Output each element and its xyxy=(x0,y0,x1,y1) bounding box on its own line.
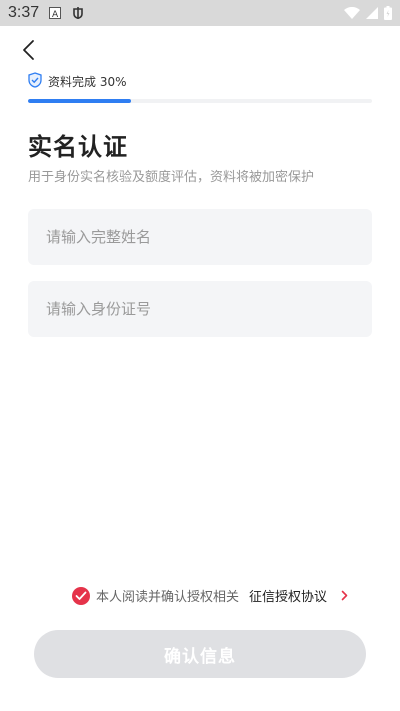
page-title: 实名认证 xyxy=(28,133,128,161)
name-input[interactable] xyxy=(46,209,372,265)
page-subtitle: 用于身份实名核验及额度评估，资料将被加密保护 xyxy=(28,170,315,185)
progress-section: 资料完成 30% xyxy=(28,72,372,103)
name-field[interactable] xyxy=(28,209,372,265)
notification-bug-icon xyxy=(71,6,85,20)
status-left: 3:37 A xyxy=(8,4,85,22)
agreement-row: 本人阅读并确认授权相关 征信授权协议 xyxy=(72,586,348,605)
shield-check-icon xyxy=(28,72,42,91)
progress-fill xyxy=(28,99,132,103)
confirm-button[interactable]: 确认信息 xyxy=(34,630,366,678)
svg-text:A: A xyxy=(52,10,59,19)
progress-label: 资料完成 30% xyxy=(48,75,127,89)
battery-icon xyxy=(384,6,392,20)
credit-authorization-link[interactable]: 征信授权协议 xyxy=(249,586,327,605)
id-number-field[interactable] xyxy=(28,281,372,337)
progress-label-row: 资料完成 30% xyxy=(28,72,372,91)
status-right xyxy=(344,6,392,20)
chevron-left-icon xyxy=(21,39,35,65)
wifi-icon xyxy=(344,7,360,19)
progress-track xyxy=(28,99,372,103)
chevron-right-icon[interactable] xyxy=(341,590,348,601)
status-bar: 3:37 A xyxy=(0,0,400,26)
checkbox-checked-icon[interactable] xyxy=(72,586,90,605)
id-number-input[interactable] xyxy=(46,281,372,337)
agreement-text: 本人阅读并确认授权相关 xyxy=(96,590,240,605)
keyboard-icon: A xyxy=(49,7,62,19)
status-time: 3:37 xyxy=(8,4,40,21)
signal-icon xyxy=(366,7,378,19)
back-button[interactable] xyxy=(16,38,40,66)
